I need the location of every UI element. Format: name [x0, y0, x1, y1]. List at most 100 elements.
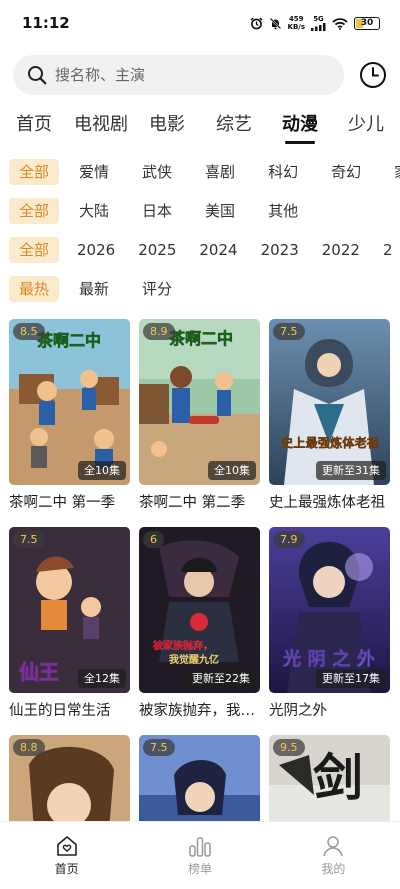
- chart-icon: [189, 837, 211, 857]
- region-chip[interactable]: 美国: [195, 198, 245, 224]
- poster-image[interactable]: 光阴之外 7.9 更新至17集: [269, 527, 390, 693]
- search-row: [13, 55, 393, 95]
- score-badge: 7.5: [13, 531, 45, 548]
- year-chip[interactable]: 2: [373, 237, 400, 263]
- battery-icon: 30: [354, 16, 380, 30]
- poster-image[interactable]: 史上最强炼体老祖 7.5 更新至31集: [269, 319, 390, 485]
- year-chip[interactable]: 2026: [67, 237, 125, 263]
- signal-icon: [311, 22, 326, 31]
- clock-icon: [360, 62, 386, 88]
- poster-image[interactable]: 被家族抛弃， 我觉醒九亿 6 更新至22集: [139, 527, 260, 693]
- signal-group: 5G: [311, 14, 326, 31]
- score-badge: 9.5: [273, 739, 305, 756]
- sort-chip[interactable]: 最新: [69, 276, 119, 302]
- poster-title-text: 仙王: [19, 660, 59, 684]
- year-chip[interactable]: 全部: [9, 237, 60, 263]
- region-chip[interactable]: 其他: [258, 198, 308, 224]
- genre-chip[interactable]: 科幻: [258, 159, 308, 185]
- episode-badge: 全10集: [208, 461, 256, 480]
- status-bar: 11:12 459 KB/s 5G 30: [0, 0, 400, 46]
- sort-filter-row: 最热 最新 评分: [9, 276, 400, 302]
- poster-title-text: 史上最强炼体老祖: [281, 435, 379, 450]
- poster-title-text: 剑: [313, 748, 363, 807]
- card-title[interactable]: 仙王的日常生活: [9, 699, 130, 720]
- card-title[interactable]: 茶啊二中 第一季: [9, 491, 130, 512]
- poster-title-text: 茶啊二中: [168, 329, 233, 348]
- tab-variety[interactable]: 综艺: [216, 110, 252, 144]
- status-time: 11:12: [22, 14, 70, 32]
- nav-profile[interactable]: 我的: [267, 822, 400, 889]
- status-icons: 459 KB/s 5G 30: [250, 15, 380, 31]
- content-card[interactable]: 光阴之外 7.9 更新至17集 光阴之外: [269, 527, 390, 720]
- nav-label: 我的: [321, 862, 346, 876]
- poster-title-text: 被家族抛弃，: [153, 639, 213, 652]
- net-speed-unit: KB/s: [287, 23, 305, 31]
- poster-title-text: 我觉醒九亿: [169, 653, 219, 666]
- region-filter-row: 全部 大陆 日本 美国 其他: [9, 198, 400, 224]
- net-speed-value: 459: [288, 15, 304, 23]
- card-title[interactable]: 光阴之外: [269, 699, 390, 720]
- poster-image[interactable]: 仙王 7.5 全12集: [9, 527, 130, 693]
- sort-chip[interactable]: 评分: [132, 276, 182, 302]
- content-card[interactable]: 史上最强炼体老祖 7.5 更新至31集 史上最强炼体老祖: [269, 319, 390, 512]
- wifi-icon: [332, 17, 348, 30]
- episode-badge: 全12集: [78, 669, 126, 688]
- score-badge: 8.8: [13, 739, 45, 756]
- category-tabs: 首页 电视剧 电影 综艺 动漫 少儿: [0, 110, 400, 148]
- content-card[interactable]: 茶啊二中 8.9 全10集 茶啊二中 第二季: [139, 319, 260, 512]
- tab-tv-series[interactable]: 电视剧: [74, 110, 128, 144]
- tab-anime[interactable]: 动漫: [282, 110, 318, 144]
- content-card[interactable]: 被家族抛弃， 我觉醒九亿 6 更新至22集 被家族抛弃，我觉醒九亿: [139, 527, 260, 720]
- episode-badge: 全10集: [78, 461, 126, 480]
- genre-chip[interactable]: 奇幻: [321, 159, 371, 185]
- episode-badge: 更新至17集: [316, 669, 386, 688]
- genre-chip[interactable]: 武侠: [132, 159, 182, 185]
- search-box[interactable]: [13, 55, 344, 95]
- card-title[interactable]: 史上最强炼体老祖: [269, 491, 390, 512]
- net-speed: 459 KB/s: [288, 15, 305, 31]
- region-chip[interactable]: 全部: [9, 198, 60, 224]
- genre-chip[interactable]: 家: [384, 159, 400, 185]
- genre-chip[interactable]: 全部: [9, 159, 60, 185]
- tab-home[interactable]: 首页: [16, 110, 52, 144]
- poster-title-text: 茶啊二中: [36, 331, 101, 350]
- score-badge: 8.5: [13, 323, 45, 340]
- region-chip[interactable]: 大陆: [69, 198, 119, 224]
- person-icon: [323, 836, 344, 857]
- year-chip[interactable]: 2023: [251, 237, 309, 263]
- episode-badge: 更新至31集: [316, 461, 386, 480]
- score-badge: 7.9: [273, 531, 305, 548]
- poster-image[interactable]: 茶啊二中 8.9 全10集: [139, 319, 260, 485]
- score-badge: 6: [143, 531, 164, 548]
- year-chip[interactable]: 2024: [189, 237, 247, 263]
- year-chip[interactable]: 2022: [312, 237, 370, 263]
- year-filter-row: 全部 2026 2025 2024 2023 2022 2: [9, 237, 400, 263]
- mute-bell-icon: [269, 17, 281, 29]
- sort-chip[interactable]: 最热: [9, 276, 60, 302]
- history-button[interactable]: [358, 60, 388, 90]
- card-title[interactable]: 茶啊二中 第二季: [139, 491, 260, 512]
- nav-label: 榜单: [187, 862, 212, 876]
- card-title[interactable]: 被家族抛弃，我觉醒九亿: [139, 699, 260, 720]
- search-input[interactable]: [55, 66, 315, 84]
- tab-movies[interactable]: 电影: [149, 110, 185, 144]
- bottom-nav: 首页 榜单 我的: [0, 821, 400, 889]
- poster-image[interactable]: 茶啊二中 8.5 全10集: [9, 319, 130, 485]
- genre-chip[interactable]: 喜剧: [195, 159, 245, 185]
- nav-home[interactable]: 首页: [0, 822, 133, 889]
- score-badge: 7.5: [143, 739, 175, 756]
- region-chip[interactable]: 日本: [132, 198, 182, 224]
- battery-level: 30: [360, 18, 374, 28]
- episode-badge: 更新至22集: [186, 669, 256, 688]
- score-badge: 8.9: [143, 323, 175, 340]
- content-card[interactable]: 茶啊二中 8.5 全10集 茶啊二中 第一季: [9, 319, 130, 512]
- home-icon: [56, 836, 77, 856]
- alarm-icon: [250, 16, 262, 29]
- tab-kids[interactable]: 少儿: [348, 110, 384, 144]
- nav-rankings[interactable]: 榜单: [133, 822, 266, 889]
- year-chip[interactable]: 2025: [128, 237, 186, 263]
- content-card[interactable]: 仙王 7.5 全12集 仙王的日常生活: [9, 527, 130, 720]
- genre-chip[interactable]: 爱情: [69, 159, 119, 185]
- nav-label: 首页: [54, 862, 79, 876]
- network-type: 5G: [313, 14, 324, 23]
